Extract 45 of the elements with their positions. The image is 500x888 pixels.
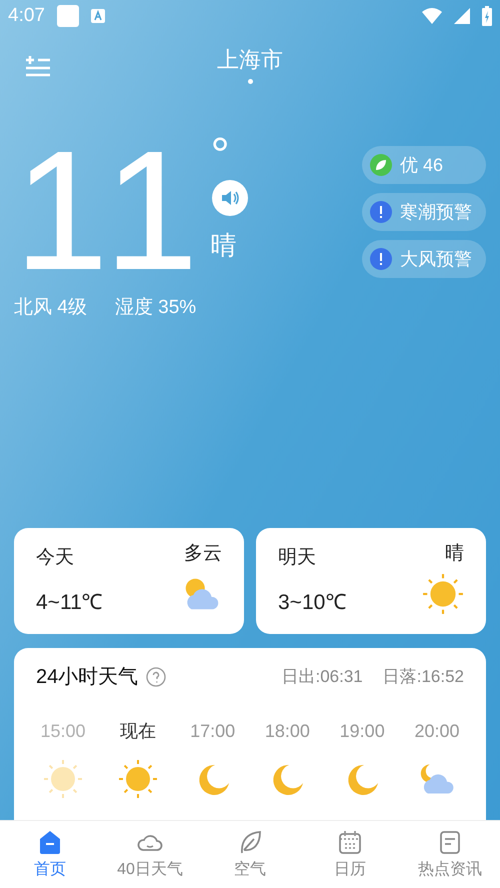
hourly-title: 24小时天气 xyxy=(36,665,138,690)
nav-tab[interactable]: 热点资讯 xyxy=(400,828,500,882)
signal-icon xyxy=(454,8,470,24)
hour-label: 现在 xyxy=(120,720,156,743)
day-label: 明天 xyxy=(278,546,317,570)
wifi-icon xyxy=(422,8,442,24)
weather-condition: 晴 xyxy=(210,229,236,262)
temperature-range: 3~10℃ xyxy=(278,590,348,616)
sunset-time: 日落:16:52 xyxy=(382,666,464,688)
city-title: 上海市 xyxy=(217,46,283,74)
day-condition: 晴 xyxy=(445,542,464,566)
weather-warning-badge[interactable]: 寒潮预警 xyxy=(362,193,486,231)
air-quality-badge[interactable]: 优 46 xyxy=(362,146,486,184)
help-icon[interactable] xyxy=(146,667,166,687)
hour-label: 17:00 xyxy=(190,720,236,743)
day-condition: 多云 xyxy=(184,542,222,566)
nav-tab[interactable]: 首页 xyxy=(0,828,100,882)
hour-label: 18:00 xyxy=(264,720,310,743)
alert-icon xyxy=(370,201,392,223)
day-forecast-card[interactable]: 明天 3~10℃ 晴 xyxy=(256,528,486,634)
hour-label: 20:00 xyxy=(414,720,460,743)
battery-icon xyxy=(482,6,492,26)
sun-icon xyxy=(118,759,158,799)
degree-symbol: ° xyxy=(210,136,230,176)
voice-broadcast-button[interactable] xyxy=(212,180,248,216)
notification-icon xyxy=(56,5,79,27)
sunrise-time: 日出:06:31 xyxy=(281,666,363,688)
day-label: 今天 xyxy=(36,546,75,570)
leaf-icon xyxy=(370,154,392,176)
app-notification-icon xyxy=(90,9,105,23)
status-time: 4:07 xyxy=(8,4,45,28)
hour-label: 15:00 xyxy=(40,720,86,743)
temperature-value: 11 xyxy=(14,136,206,286)
hour-label: 19:00 xyxy=(340,720,385,743)
sun-icon xyxy=(43,759,83,799)
wind-info: 北风 4级 xyxy=(14,296,87,320)
weather-warning-badge[interactable]: 大风预警 xyxy=(362,240,486,278)
alert-icon xyxy=(370,248,392,270)
humidity-info: 湿度 35% xyxy=(114,296,196,320)
nav-tab[interactable]: 日历 xyxy=(300,828,400,882)
day-forecast-card[interactable]: 今天 4~11℃ 多云 xyxy=(14,528,244,634)
nav-tab[interactable]: 40日天气 xyxy=(100,828,200,882)
sun-icon xyxy=(422,572,464,614)
nav-tab[interactable]: 空气 xyxy=(200,828,300,882)
temperature-range: 4~11℃ xyxy=(36,590,104,616)
